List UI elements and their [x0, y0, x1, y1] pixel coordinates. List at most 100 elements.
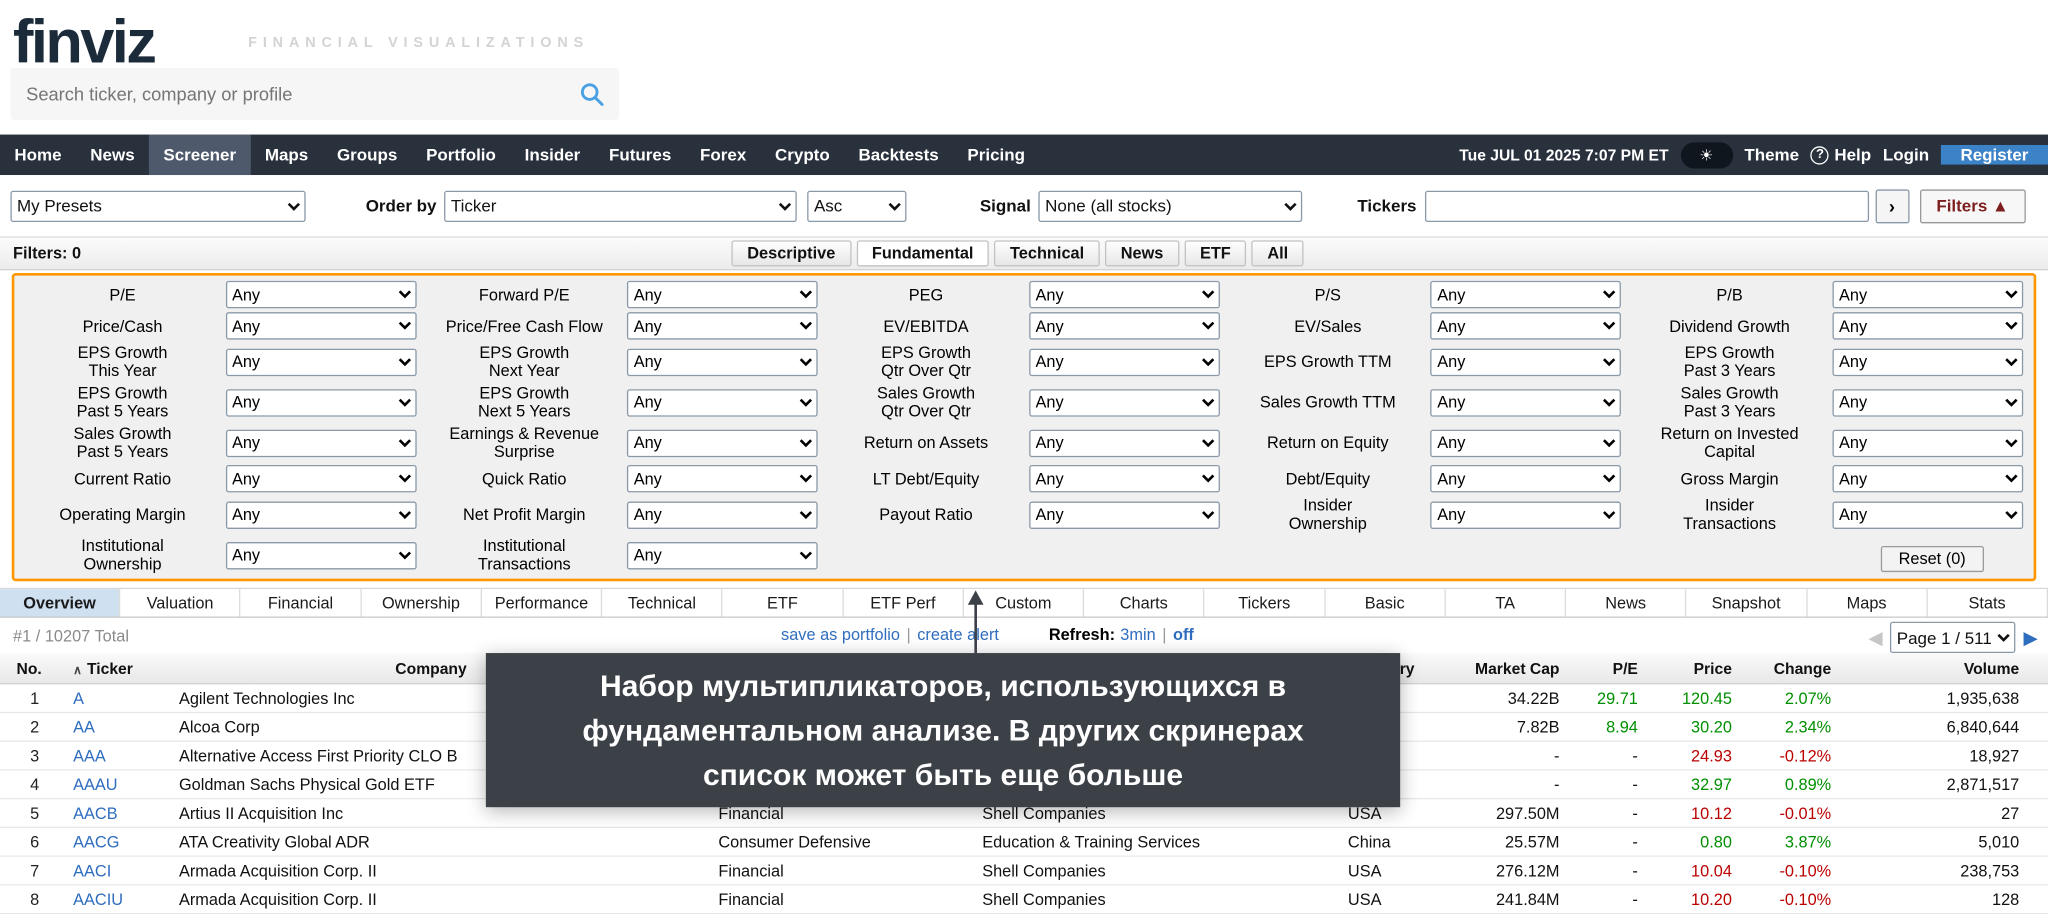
tickers-submit-button[interactable]: ›: [1875, 189, 1909, 223]
view-tab[interactable]: Financial: [241, 589, 361, 616]
view-tab[interactable]: Basic: [1325, 589, 1445, 616]
view-tab[interactable]: Technical: [602, 589, 722, 616]
nav-item[interactable]: Forex: [686, 135, 761, 175]
signal-select[interactable]: None (all stocks): [1039, 190, 1303, 221]
filter-select[interactable]: Any: [1029, 389, 1220, 416]
filter-select[interactable]: Any: [1029, 465, 1220, 492]
filter-group-tab[interactable]: All: [1252, 240, 1304, 266]
filters-toggle-button[interactable]: Filters ▲: [1919, 189, 2025, 223]
header-volume[interactable]: Volume: [1842, 659, 2048, 677]
save-as-portfolio-link[interactable]: save as portfolio: [781, 626, 900, 644]
filter-select[interactable]: Any: [225, 501, 416, 528]
filter-select[interactable]: Any: [627, 281, 818, 308]
table-row[interactable]: 7 AACI Armada Acquisition Corp. II Finan…: [0, 857, 2048, 886]
view-tab[interactable]: Stats: [1928, 589, 2048, 616]
tickers-input[interactable]: [1424, 190, 1868, 221]
ticker-link[interactable]: AACG: [52, 833, 162, 851]
filter-select[interactable]: Any: [225, 465, 416, 492]
view-tab[interactable]: Performance: [482, 589, 602, 616]
nav-item[interactable]: Portfolio: [412, 135, 511, 175]
filter-select[interactable]: Any: [627, 348, 818, 375]
finviz-logo[interactable]: finviz: [13, 5, 154, 77]
filter-select[interactable]: Any: [1431, 348, 1622, 375]
filter-select[interactable]: Any: [1029, 501, 1220, 528]
filter-select[interactable]: Any: [225, 281, 416, 308]
filter-select[interactable]: Any: [1431, 501, 1622, 528]
filter-select[interactable]: Any: [225, 348, 416, 375]
ticker-link[interactable]: AACI: [52, 861, 162, 879]
filter-group-tab[interactable]: Descriptive: [732, 240, 851, 266]
filter-select[interactable]: Any: [1029, 281, 1220, 308]
header-market-cap[interactable]: Market Cap: [1439, 659, 1570, 677]
help-link[interactable]: ? Help: [1811, 145, 1871, 165]
view-tab[interactable]: News: [1566, 589, 1686, 616]
refresh-off-link[interactable]: off: [1173, 626, 1194, 644]
nav-item[interactable]: Home: [0, 135, 76, 175]
industry-cell[interactable]: Shell Companies: [964, 861, 1330, 879]
filter-select[interactable]: Any: [225, 312, 416, 339]
sector-cell[interactable]: Financial: [700, 861, 964, 879]
filter-select[interactable]: Any: [225, 541, 416, 568]
next-page-icon[interactable]: ▶: [2023, 626, 2037, 648]
refresh-interval-link[interactable]: 3min: [1120, 626, 1155, 644]
filter-group-tab[interactable]: Fundamental: [856, 240, 989, 266]
register-button[interactable]: Register: [1941, 145, 2048, 165]
nav-item[interactable]: News: [76, 135, 149, 175]
search-input[interactable]: [10, 84, 564, 105]
presets-select[interactable]: My Presets: [10, 190, 305, 221]
filter-select[interactable]: Any: [627, 501, 818, 528]
filter-select[interactable]: Any: [1431, 281, 1622, 308]
filter-select[interactable]: Any: [627, 389, 818, 416]
industry-cell[interactable]: Education & Training Services: [964, 833, 1330, 851]
reset-filters-button[interactable]: Reset (0): [1880, 546, 1984, 572]
view-tab[interactable]: Snapshot: [1687, 589, 1807, 616]
header-pe[interactable]: P/E: [1570, 659, 1648, 677]
view-tab[interactable]: ETF: [723, 589, 843, 616]
nav-item[interactable]: Insider: [510, 135, 594, 175]
filter-select[interactable]: Any: [1832, 429, 2023, 456]
filter-select[interactable]: Any: [1832, 281, 2023, 308]
ticker-link[interactable]: AACIU: [52, 890, 162, 908]
view-tab[interactable]: Valuation: [120, 589, 240, 616]
country-cell[interactable]: USA: [1330, 890, 1440, 908]
nav-item[interactable]: Groups: [323, 135, 412, 175]
view-tab[interactable]: TA: [1446, 589, 1566, 616]
header-price[interactable]: Price: [1648, 659, 1742, 677]
ticker-link[interactable]: AA: [52, 718, 162, 736]
order-direction-select[interactable]: Asc: [807, 190, 906, 221]
table-row[interactable]: 6 AACG ATA Creativity Global ADR Consume…: [0, 828, 2048, 857]
filter-select[interactable]: Any: [1029, 429, 1220, 456]
country-cell[interactable]: USA: [1330, 861, 1440, 879]
prev-page-icon[interactable]: ◀: [1868, 626, 1882, 648]
theme-menu[interactable]: Theme: [1744, 145, 1799, 165]
login-link[interactable]: Login: [1883, 145, 1929, 165]
order-select[interactable]: Ticker: [444, 190, 797, 221]
view-tab[interactable]: Maps: [1807, 589, 1927, 616]
filter-group-tab[interactable]: Technical: [994, 240, 1099, 266]
filter-select[interactable]: Any: [1029, 348, 1220, 375]
view-tab[interactable]: Tickers: [1205, 589, 1325, 616]
theme-toggle[interactable]: ☀: [1680, 142, 1732, 168]
nav-item[interactable]: Backtests: [844, 135, 953, 175]
search-icon[interactable]: [564, 81, 619, 107]
sector-cell[interactable]: Consumer Defensive: [700, 833, 964, 851]
ticker-link[interactable]: A: [52, 689, 162, 707]
header-no[interactable]: No.: [0, 659, 52, 677]
ticker-link[interactable]: AACB: [52, 804, 162, 822]
filter-select[interactable]: Any: [225, 389, 416, 416]
nav-item[interactable]: Crypto: [761, 135, 844, 175]
header-change[interactable]: Change: [1742, 659, 1841, 677]
create-alert-link[interactable]: create alert: [917, 626, 999, 644]
filter-select[interactable]: Any: [1832, 389, 2023, 416]
header-ticker[interactable]: ∧Ticker: [52, 659, 162, 677]
filter-select[interactable]: Any: [627, 312, 818, 339]
filter-select[interactable]: Any: [1029, 312, 1220, 339]
industry-cell[interactable]: Shell Companies: [964, 890, 1330, 908]
country-cell[interactable]: China: [1330, 833, 1440, 851]
filter-select[interactable]: Any: [1431, 429, 1622, 456]
filter-select[interactable]: Any: [1431, 312, 1622, 339]
nav-item[interactable]: Pricing: [953, 135, 1039, 175]
filter-select[interactable]: Any: [1431, 389, 1622, 416]
filter-select[interactable]: Any: [225, 429, 416, 456]
filter-select[interactable]: Any: [627, 465, 818, 492]
